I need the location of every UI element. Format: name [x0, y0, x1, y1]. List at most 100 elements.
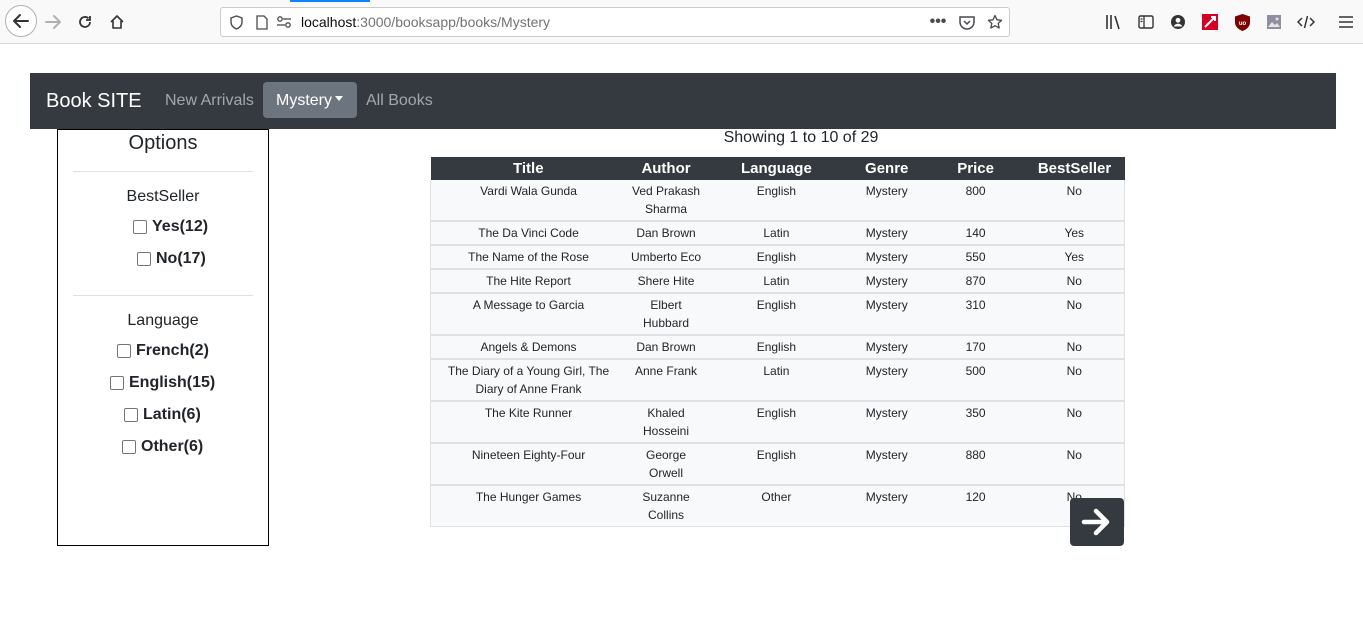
url-host: localhost	[301, 14, 357, 30]
table-row: The Kite Runner Khaled Hosseini English …	[430, 401, 1125, 444]
site-info-icon[interactable]	[275, 13, 293, 31]
cell-language: Latin	[705, 359, 847, 402]
options-sidebar: Options BestSeller Yes(12) No(17) Langua…	[57, 129, 269, 546]
language-option-french[interactable]: French(2)	[117, 342, 209, 360]
browser-toolbar: localhost:3000/booksapp/books/Mystery ••…	[0, 0, 1363, 44]
language-option-english[interactable]: English(15)	[110, 374, 215, 392]
table-row: The Hunger Games Suzanne Collins Other M…	[430, 485, 1125, 527]
cell-bestseller: Yes	[1024, 221, 1125, 246]
star-icon[interactable]	[986, 13, 1004, 31]
cell-price: 170	[926, 335, 1025, 360]
url-text[interactable]: localhost:3000/booksapp/books/Mystery	[301, 14, 550, 30]
cell-bestseller: No	[1024, 443, 1125, 486]
cell-title: Nineteen Eighty-Four	[430, 443, 627, 486]
page-icon[interactable]	[253, 13, 271, 31]
checkbox[interactable]	[137, 252, 151, 266]
forward-icon	[45, 15, 61, 29]
checkbox[interactable]	[122, 440, 136, 454]
cell-author: Elbert Hubbard	[626, 293, 706, 336]
table-header-row: Title Author Language Genre Price BestSe…	[430, 157, 1125, 180]
column-header-author: Author	[626, 157, 706, 180]
cell-language: English	[705, 180, 847, 222]
screenshot-icon[interactable]	[1259, 7, 1289, 37]
cell-title: Angels & Demons	[430, 335, 627, 360]
divider	[73, 171, 253, 172]
nav-link-new-arrivals[interactable]: New Arrivals	[165, 92, 254, 110]
cell-author: Dan Brown	[626, 335, 706, 360]
account-icon[interactable]	[1163, 7, 1193, 37]
cell-genre: Mystery	[846, 180, 927, 222]
home-icon	[110, 15, 124, 29]
devtools-icon[interactable]	[1291, 7, 1321, 37]
cell-author: Dan Brown	[626, 221, 706, 246]
language-option-other[interactable]: Other(6)	[122, 438, 203, 456]
cell-price: 120	[926, 485, 1025, 527]
checkbox[interactable]	[124, 408, 138, 422]
library-icon[interactable]	[1099, 7, 1129, 37]
checkbox[interactable]	[110, 376, 124, 390]
options-title: Options	[128, 132, 198, 154]
option-label: Latin(6)	[143, 406, 201, 423]
menu-icon[interactable]	[1331, 7, 1361, 37]
sidebar-icon[interactable]	[1131, 7, 1161, 37]
option-label: No(17)	[156, 250, 206, 267]
cell-title: Vardi Wala Gunda	[430, 180, 627, 222]
cell-price: 800	[926, 180, 1025, 222]
cell-language: English	[705, 443, 847, 486]
cell-bestseller: No	[1024, 180, 1125, 222]
cell-title: The Name of the Rose	[430, 245, 627, 270]
next-page-button[interactable]	[1070, 498, 1124, 546]
option-label: Other(6)	[141, 438, 204, 455]
table-row: A Message to Garcia Elbert Hubbard Engli…	[430, 293, 1125, 336]
back-icon	[13, 14, 29, 28]
cell-author: Suzanne Collins	[626, 485, 706, 527]
option-label: English(15)	[129, 374, 216, 391]
cell-title: The Kite Runner	[430, 401, 627, 444]
column-header-genre: Genre	[846, 157, 927, 180]
cell-price: 140	[926, 221, 1025, 246]
cell-title: The Da Vinci Code	[430, 221, 627, 246]
option-label: Yes(12)	[152, 218, 209, 235]
cell-author: Anne Frank	[626, 359, 706, 402]
cell-title: A Message to Garcia	[430, 293, 627, 336]
shield-icon[interactable]	[227, 13, 245, 31]
column-header-bestseller: BestSeller	[1024, 157, 1125, 180]
bestseller-option-yes[interactable]: Yes(12)	[133, 218, 208, 236]
home-button[interactable]	[102, 7, 132, 37]
active-tab-indicator	[290, 0, 370, 2]
cell-author: Umberto Eco	[626, 245, 706, 270]
cell-title: The Diary of a Young Girl, The Diary of …	[430, 359, 627, 402]
cell-price: 350	[926, 401, 1025, 444]
column-header-language: Language	[705, 157, 847, 180]
brand-link[interactable]: Book SITE	[46, 90, 142, 113]
cell-language: Other	[705, 485, 847, 527]
cell-language: English	[705, 401, 847, 444]
ublock-icon[interactable]: uo	[1227, 7, 1257, 37]
checkbox[interactable]	[133, 220, 147, 234]
more-icon[interactable]: •••	[929, 13, 947, 31]
reload-button[interactable]	[70, 7, 100, 37]
extension-icon[interactable]	[1195, 7, 1225, 37]
pocket-icon[interactable]	[958, 13, 976, 31]
forward-button[interactable]	[38, 7, 68, 37]
url-bar[interactable]: localhost:3000/booksapp/books/Mystery ••…	[220, 7, 1010, 37]
bestseller-option-no[interactable]: No(17)	[137, 250, 206, 268]
cell-price: 310	[926, 293, 1025, 336]
cell-price: 870	[926, 269, 1025, 294]
results-count: Showing 1 to 10 of 29	[723, 129, 879, 146]
cell-bestseller: No	[1024, 269, 1125, 294]
cell-language: English	[705, 293, 847, 336]
language-option-latin[interactable]: Latin(6)	[124, 406, 201, 424]
caret-down-icon	[335, 96, 343, 102]
cell-title: The Hite Report	[430, 269, 627, 294]
cell-bestseller: No	[1024, 293, 1125, 336]
nav-link-all-books[interactable]: All Books	[366, 92, 433, 110]
table-row: Angels & Demons Dan Brown English Myster…	[430, 335, 1125, 360]
back-button[interactable]	[5, 5, 37, 37]
cell-author: George Orwell	[626, 443, 706, 486]
checkbox[interactable]	[117, 344, 131, 358]
divider	[73, 295, 253, 296]
cell-genre: Mystery	[846, 359, 927, 402]
table-row: Nineteen Eighty-Four George Orwell Engli…	[430, 443, 1125, 486]
nav-dropdown-mystery[interactable]: Mystery	[263, 82, 357, 118]
